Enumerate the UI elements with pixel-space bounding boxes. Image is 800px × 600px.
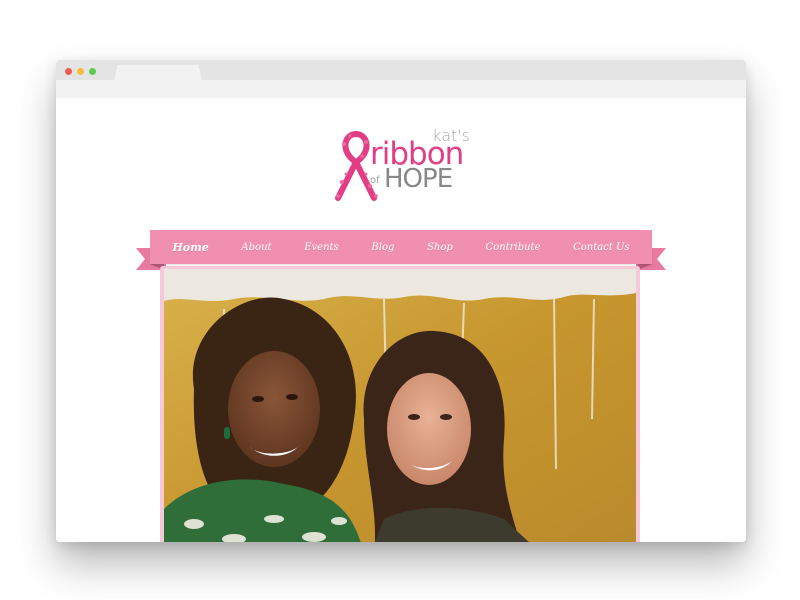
nav-item-events[interactable]: Events xyxy=(304,242,338,253)
nav-item-home[interactable]: Home xyxy=(172,241,208,254)
site-logo[interactable]: kat's ribbon of HOPE xyxy=(330,122,480,204)
address-bar[interactable] xyxy=(56,80,746,98)
nav-items: Home About Events Blog Shop Contribute C… xyxy=(150,230,652,264)
nav-item-blog[interactable]: Blog xyxy=(371,242,394,253)
nav-item-contact-us[interactable]: Contact Us xyxy=(573,242,629,253)
hero-photo-image xyxy=(164,269,636,542)
maximize-window-button[interactable] xyxy=(89,68,96,75)
logo-hope: HOPE xyxy=(384,164,453,194)
browser-titlebar xyxy=(56,60,746,98)
web-page: kat's ribbon of HOPE Home About Events B… xyxy=(56,98,746,542)
nav-item-contribute[interactable]: Contribute xyxy=(486,242,541,253)
logo-text: kat's ribbon of HOPE xyxy=(370,126,480,204)
hero-photo xyxy=(164,269,636,542)
close-window-button[interactable] xyxy=(65,68,72,75)
nav-item-shop[interactable]: Shop xyxy=(427,242,453,253)
hero-photo-frame xyxy=(160,266,640,542)
nav-item-about[interactable]: About xyxy=(241,242,271,253)
logo-of: of xyxy=(370,175,380,186)
main-navigation: Home About Events Blog Shop Contribute C… xyxy=(136,230,666,270)
browser-tab[interactable] xyxy=(114,65,202,80)
browser-window: kat's ribbon of HOPE Home About Events B… xyxy=(56,60,746,542)
minimize-window-button[interactable] xyxy=(77,68,84,75)
